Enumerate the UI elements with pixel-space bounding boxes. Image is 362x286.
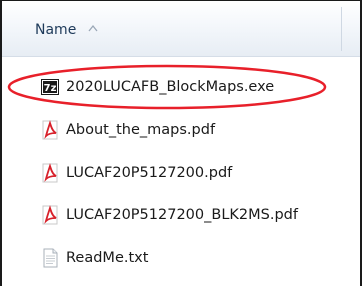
- file-name: LUCAF20P5127200.pdf: [66, 165, 233, 181]
- pdf-icon: [42, 163, 58, 183]
- list-item[interactable]: About_the_maps.pdf: [40, 118, 215, 142]
- pdf-icon: [42, 120, 58, 140]
- list-item[interactable]: 7z 2020LUCAFB_BlockMaps.exe: [40, 75, 274, 99]
- file-name: ReadMe.txt: [66, 250, 149, 266]
- file-explorer-pane: Name 7z 2020LUCAFB_BlockMaps.exe About_t…: [0, 0, 362, 286]
- column-header-name[interactable]: Name: [2, 1, 360, 57]
- list-item[interactable]: LUCAF20P5127200.pdf: [40, 161, 232, 185]
- pdf-icon: [42, 205, 58, 225]
- column-header-label: Name: [35, 22, 77, 38]
- file-name: About_the_maps.pdf: [66, 122, 216, 138]
- list-item[interactable]: ReadMe.txt: [40, 246, 148, 270]
- text-file-icon: [43, 248, 58, 268]
- sort-ascending-icon: [88, 24, 98, 32]
- column-divider[interactable]: [341, 7, 342, 51]
- list-item[interactable]: LUCAF20P5127200_BLK2MS.pdf: [40, 203, 298, 227]
- 7zip-exe-icon: 7z: [41, 79, 59, 95]
- file-name: LUCAF20P5127200_BLK2MS.pdf: [66, 207, 298, 223]
- file-name: 2020LUCAFB_BlockMaps.exe: [66, 79, 275, 95]
- svg-text:7z: 7z: [44, 83, 57, 94]
